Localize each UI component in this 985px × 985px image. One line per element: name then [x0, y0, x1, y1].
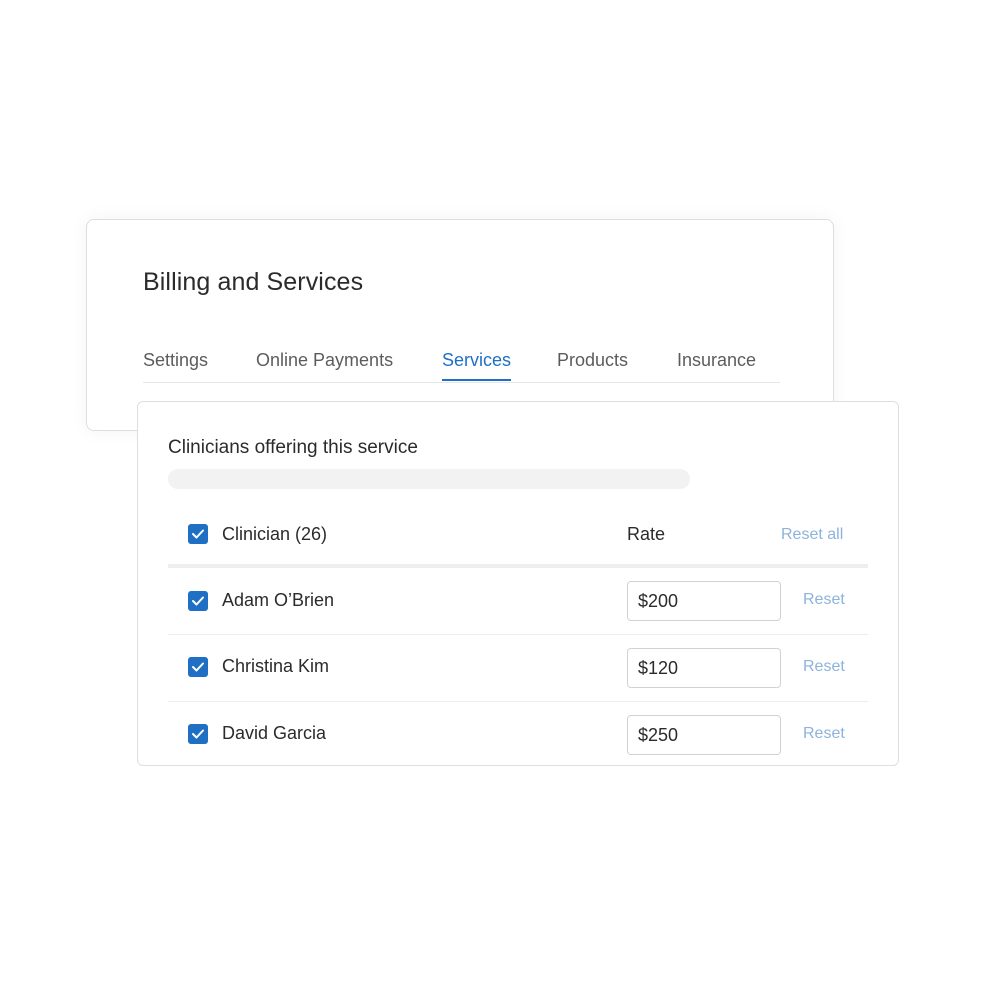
select-all-checkbox[interactable]: [188, 524, 208, 544]
clinician-column-header: Clinician (26): [222, 524, 328, 544]
loading-placeholder-bar: [168, 469, 690, 489]
checkmark-icon: [192, 729, 204, 739]
stage: Billing and Services Settings Online Pay…: [0, 0, 985, 985]
page-title: Billing and Services: [143, 268, 364, 296]
tab-services[interactable]: Services: [442, 350, 512, 381]
section-title: Clinicians offering this service: [168, 437, 418, 458]
reset-all-link[interactable]: Reset all: [781, 526, 843, 544]
row-checkbox[interactable]: [188, 657, 208, 677]
row-checkbox[interactable]: [188, 724, 208, 744]
clinicians-card: Clinicians offering this service Clinici…: [137, 401, 899, 766]
clinician-name: Christina Kim: [222, 656, 330, 676]
rate-input[interactable]: [627, 715, 781, 755]
rate-input[interactable]: [627, 648, 781, 688]
checkmark-icon: [192, 596, 204, 606]
table-row: Adam O’Brien Reset: [168, 568, 868, 635]
checkmark-icon: [192, 662, 204, 672]
reset-link[interactable]: Reset: [803, 658, 845, 676]
clinician-name: David Garcia: [222, 723, 327, 743]
table-row: David Garcia Reset: [168, 702, 868, 768]
tab-insurance[interactable]: Insurance: [677, 350, 756, 371]
reset-link[interactable]: Reset: [803, 591, 845, 609]
table-header: Clinician (26) Rate Reset all: [168, 510, 868, 568]
row-checkbox[interactable]: [188, 591, 208, 611]
tab-bar: Settings Online Payments Services Produc…: [143, 338, 780, 383]
tab-settings[interactable]: Settings: [143, 350, 208, 371]
table-row: Christina Kim Reset: [168, 635, 868, 702]
checkmark-icon: [192, 529, 204, 539]
billing-services-card: Billing and Services Settings Online Pay…: [86, 219, 834, 431]
tab-online-payments[interactable]: Online Payments: [256, 350, 393, 371]
reset-link[interactable]: Reset: [803, 725, 845, 743]
rate-input[interactable]: [627, 581, 781, 621]
clinician-name: Adam O’Brien: [222, 590, 335, 610]
rate-column-header: Rate: [627, 524, 666, 544]
tab-products[interactable]: Products: [557, 350, 628, 371]
